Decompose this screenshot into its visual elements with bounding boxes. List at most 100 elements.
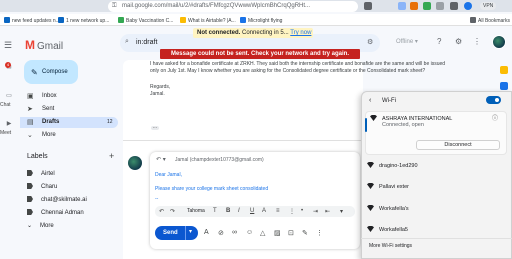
bold-icon[interactable]: B [226, 208, 230, 214]
profile-icon[interactable] [464, 2, 472, 10]
search-icon[interactable]: ⌕ [125, 38, 129, 46]
search-input[interactable]: in:draft [136, 39, 157, 46]
status-indicator[interactable]: Offline ▾ [392, 37, 422, 48]
align-icon[interactable]: ≡ [276, 208, 280, 214]
message-text: only on July 1st. May I know whether you… [150, 68, 426, 74]
sidebar-item-inbox[interactable]: Inbox [20, 91, 118, 102]
wifi-network-item[interactable]: dragino-1ed290 [367, 162, 418, 169]
url-text[interactable]: mail.google.com/mail/u/2/#drafts/FMfcgzQ… [122, 3, 310, 9]
bookmark-item[interactable]: new feed updates n... [4, 17, 60, 24]
send-error-banner: Message could not be sent. Check your ne… [160, 49, 360, 59]
help-icon[interactable]: ? [437, 37, 441, 46]
try-now-link[interactable]: Try now [290, 30, 311, 36]
back-arrow-icon[interactable]: ‹ [369, 97, 371, 104]
text-color-icon[interactable]: A [262, 208, 266, 214]
formatting-options-icon[interactable]: A [204, 229, 209, 236]
wifi-network-item[interactable]: Pallavi exter [367, 183, 409, 190]
linkedin-icon [4, 17, 10, 23]
indent-icon[interactable]: ⇥ [313, 208, 318, 215]
account-avatar[interactable] [492, 35, 506, 49]
more-wifi-settings-link[interactable]: More Wi-Fi settings [369, 243, 412, 249]
calendar-icon[interactable] [500, 66, 508, 74]
drive-icon[interactable]: △ [260, 229, 265, 237]
photo-icon[interactable]: ▨ [274, 229, 281, 237]
extension-icon[interactable] [410, 2, 418, 10]
bookmark-item[interactable]: Microlight flying [240, 17, 282, 24]
sidebar-item-drafts[interactable]: Drafts [20, 117, 118, 128]
chevron-down-icon: ⌄ [27, 223, 33, 229]
reply-recipient[interactable]: Jamal (champdexter10773@gmail.com) [175, 157, 264, 163]
add-label-icon[interactable]: + [109, 151, 114, 161]
page-icon [180, 17, 186, 23]
apps-grid-icon[interactable]: ⋮ [473, 37, 481, 46]
chat-icon[interactable]: ▭ [4, 92, 14, 102]
wifi-network-item[interactable]: Workafella5 [367, 226, 408, 233]
label-item[interactable]: chat@skilmate.ai [27, 196, 87, 203]
labels-heading: Labels [27, 153, 48, 160]
all-bookmarks[interactable]: All Bookmarks [470, 17, 510, 24]
mail-badge: 4 [5, 62, 11, 68]
label-icon [27, 209, 33, 215]
reply-body-line[interactable]: -- [155, 196, 158, 202]
pencil-icon: ✎ [31, 68, 38, 77]
bookmark-item[interactable]: What is Airtable? |A... [180, 17, 236, 24]
connected-network-name: ASHRAYA INTERNATIONAL [370, 115, 452, 122]
search-options-icon[interactable]: ⚙ [367, 38, 373, 46]
vpn-badge[interactable]: VPN [480, 2, 497, 10]
message-text: Jamal. [150, 91, 165, 97]
puzzle-icon[interactable] [450, 2, 458, 10]
info-icon[interactable]: ⓘ [492, 113, 498, 122]
show-trimmed-button[interactable]: ... [151, 125, 159, 130]
send-options-icon[interactable]: ▾ [189, 228, 192, 235]
redo-icon[interactable]: ↷ [170, 208, 175, 215]
label-item[interactable]: Charu [27, 183, 57, 190]
italic-icon[interactable]: I [238, 208, 240, 214]
lock-icon[interactable]: ⊡ [288, 229, 294, 237]
wifi-signal-icon [367, 183, 374, 189]
numbered-list-icon[interactable]: ⋮ [289, 208, 295, 215]
bookmark-item[interactable]: 1 new network up... [58, 17, 109, 24]
extension-icon[interactable] [398, 2, 406, 10]
bookmark-item[interactable]: Baby Vaccination C... [118, 17, 173, 24]
menu-icon[interactable]: ☰ [4, 40, 12, 51]
emoji-icon[interactable]: ☺ [246, 229, 253, 236]
connected-status: Connected, open [382, 122, 424, 128]
chevron-down-icon: ⌄ [27, 132, 33, 139]
font-select[interactable]: Tahoma [187, 208, 205, 214]
sidebar-item-more[interactable]: More [20, 130, 118, 141]
settings-icon[interactable]: ⚙ [455, 37, 462, 46]
outdent-icon[interactable]: ⇤ [325, 208, 330, 215]
undo-icon[interactable]: ↶ [159, 208, 164, 215]
attach-icon[interactable]: ⊘ [218, 229, 224, 237]
label-item[interactable]: Chennai Adman [27, 209, 84, 216]
meet-rail-label: Meet [0, 130, 12, 136]
label-icon [27, 183, 33, 189]
reply-body-line[interactable]: Please share your college mark sheet con… [155, 186, 268, 192]
signature-icon[interactable]: ✎ [302, 229, 308, 237]
wifi-network-item[interactable]: Workafella's [367, 205, 409, 212]
label-item[interactable]: Airtel [27, 170, 55, 177]
reply-type-icon[interactable]: ↶ ▾ [156, 156, 166, 163]
labels-more[interactable]: ⌄ More [27, 222, 54, 229]
site-info-icon[interactable]: ⚿ [112, 3, 117, 10]
message-text: Regards, [150, 84, 171, 90]
link-icon[interactable]: ∞ [232, 229, 237, 236]
sidebar-item-sent[interactable]: Sent [20, 104, 118, 115]
more-options-icon[interactable]: ⋮ [316, 229, 323, 237]
bullet-list-icon[interactable]: • [301, 208, 303, 214]
font-size-icon[interactable]: T [213, 208, 217, 214]
more-formatting-icon[interactable]: ▾ [340, 208, 343, 215]
extension-icon[interactable] [436, 2, 444, 10]
linkedin-icon [58, 17, 64, 23]
reply-body-line[interactable]: Dear Jamal, [155, 172, 182, 178]
extension-icon[interactable] [364, 2, 372, 10]
extension-icon[interactable] [423, 2, 431, 10]
disconnect-button[interactable]: Disconnect [416, 140, 500, 150]
underline-icon[interactable]: U [250, 208, 254, 214]
drafts-count: 12 [107, 119, 113, 125]
keep-icon[interactable] [500, 82, 508, 90]
gmail-logo[interactable]: M Gmail [25, 38, 63, 52]
wifi-toggle[interactable] [486, 96, 501, 104]
meet-icon[interactable]: ▶ [4, 120, 14, 130]
wifi-signal-icon [367, 226, 374, 232]
